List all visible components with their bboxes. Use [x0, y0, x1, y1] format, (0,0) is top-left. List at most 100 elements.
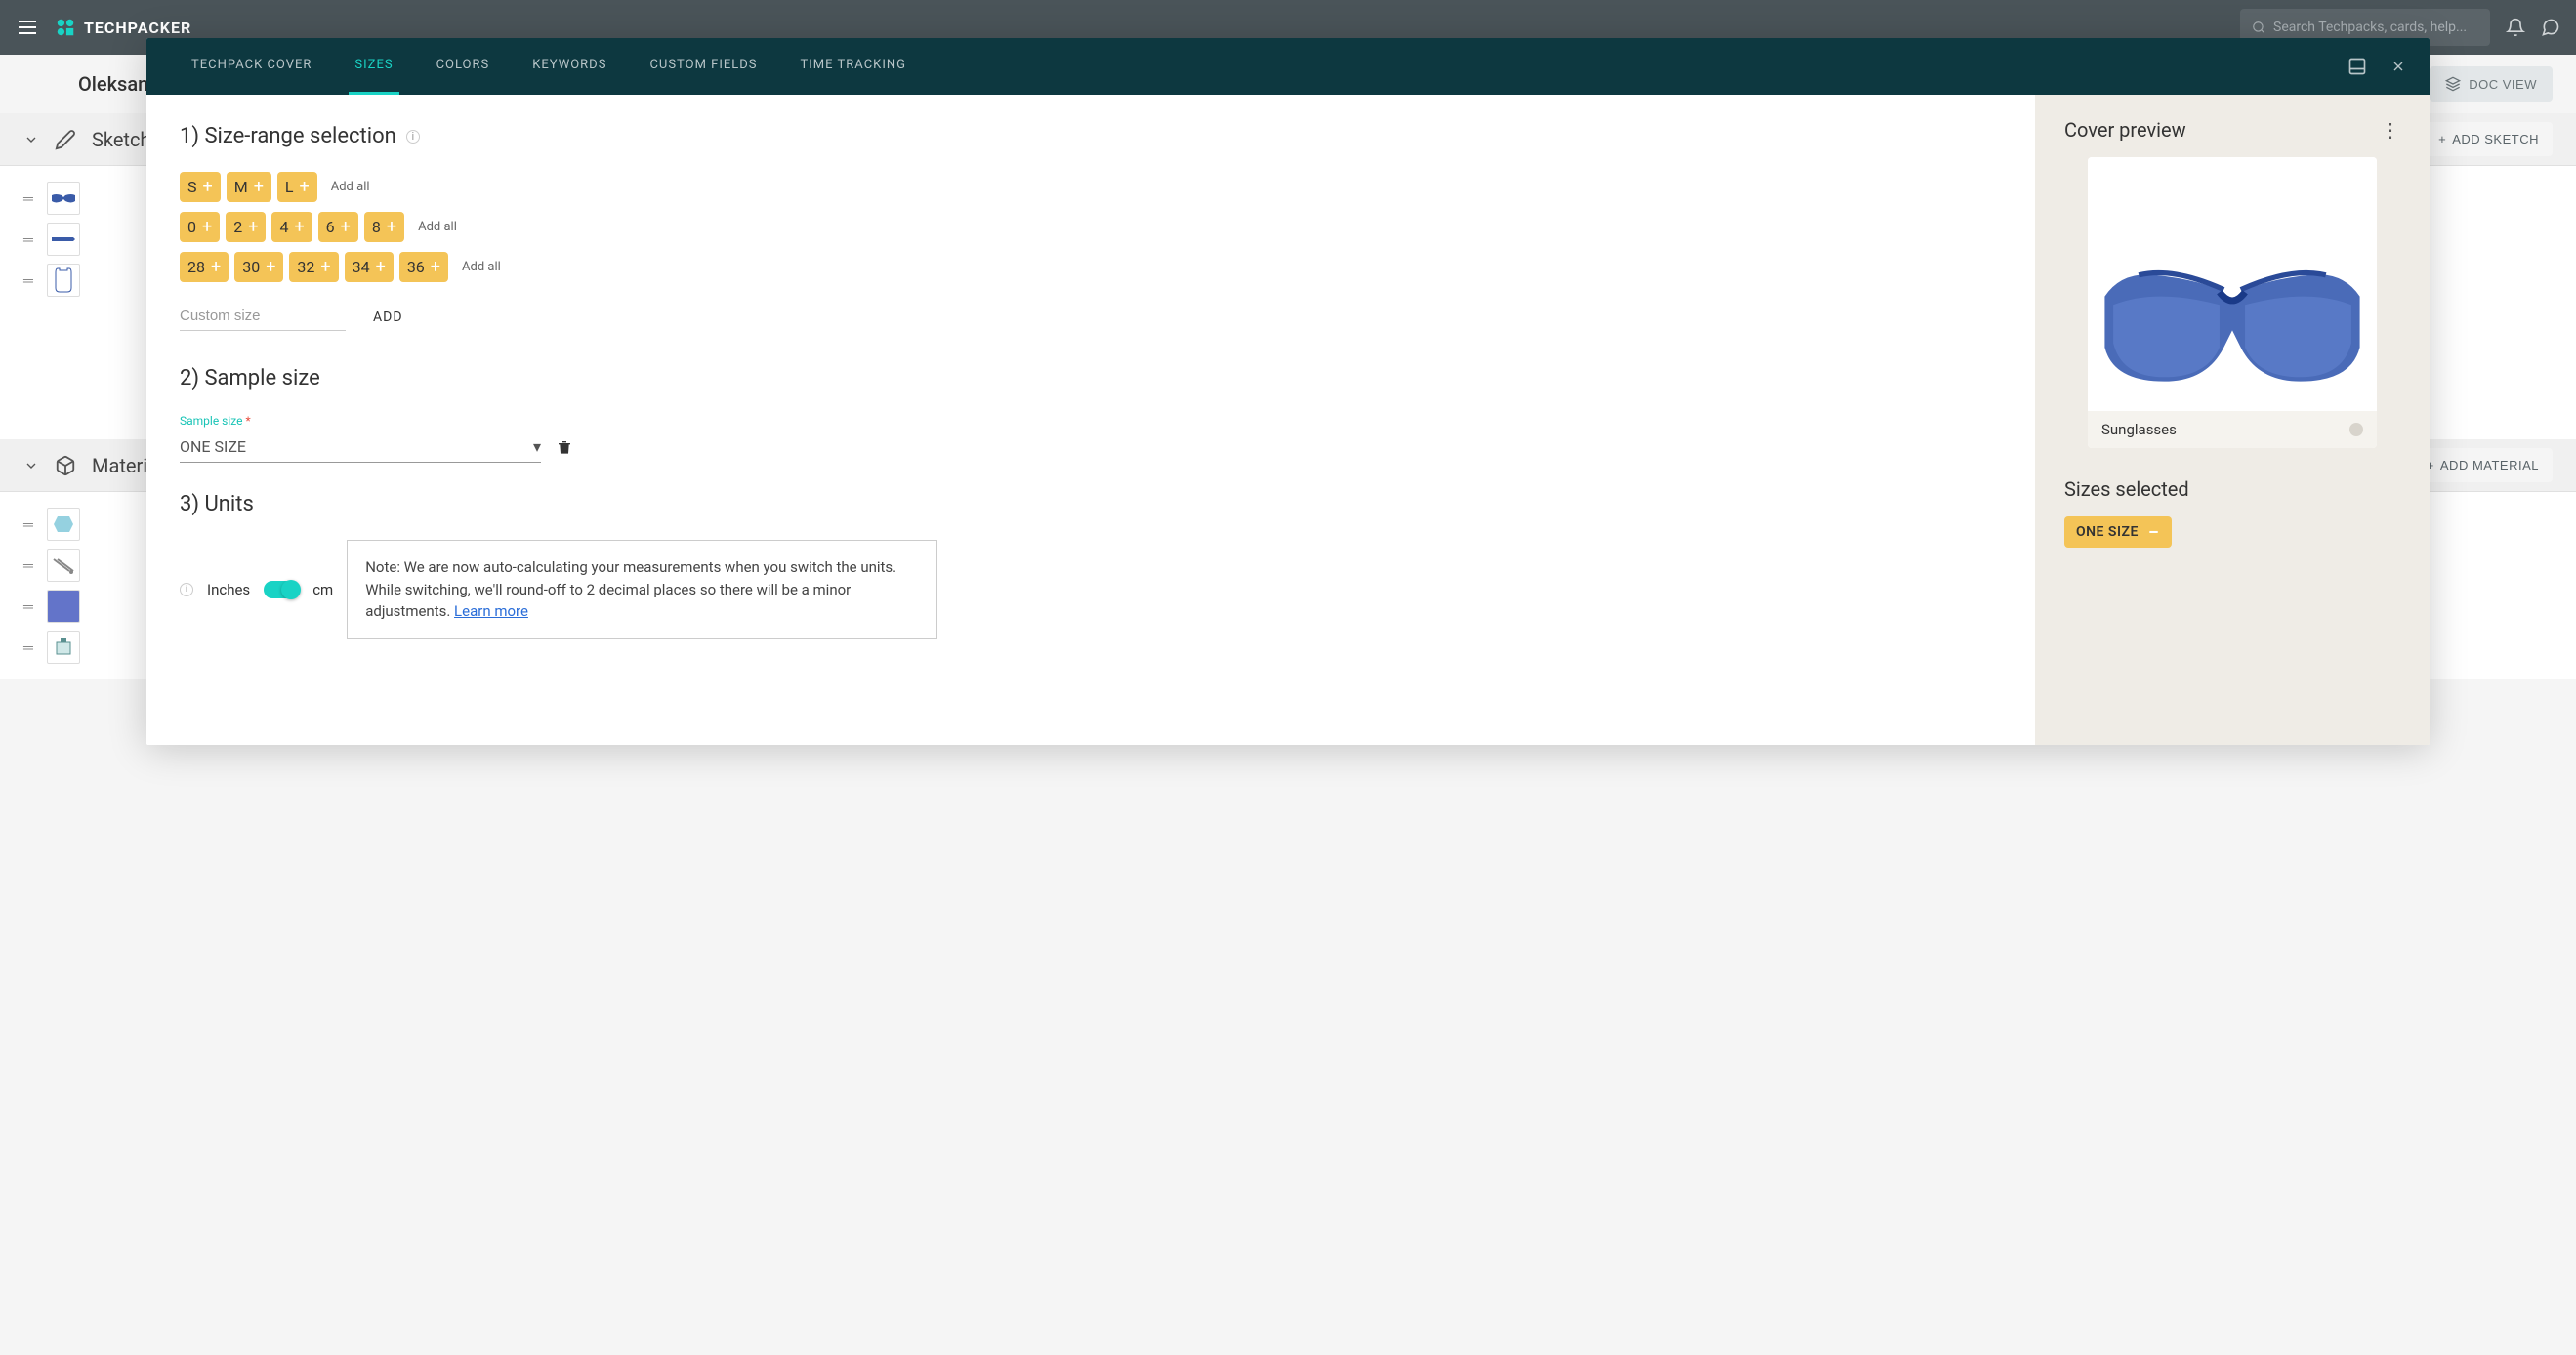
- add-sketch-button[interactable]: + ADD SKETCH: [2425, 122, 2553, 156]
- add-all-link[interactable]: Add all: [331, 180, 370, 194]
- header-left: TECHPACKER: [16, 16, 191, 39]
- add-custom-size-button[interactable]: ADD: [373, 304, 403, 331]
- tab-keywords[interactable]: KEYWORDS: [526, 38, 612, 95]
- tab-techpack-cover[interactable]: TECHPACK COVER: [186, 38, 317, 95]
- size-row: 0+2+4+6+8+ Add all: [180, 212, 2002, 242]
- preview-name: Sunglasses: [2101, 421, 2177, 438]
- kebab-icon[interactable]: ⋮: [2381, 118, 2400, 142]
- dropdown-icon: ▾: [533, 437, 541, 456]
- plus-icon: +: [320, 259, 330, 276]
- card-thumb[interactable]: [47, 590, 80, 623]
- sample-size-label: Sample size *: [180, 414, 2002, 428]
- card-thumb[interactable]: [47, 223, 80, 256]
- logo-icon: [55, 17, 76, 38]
- preview-card[interactable]: Sunglasses: [2088, 157, 2377, 448]
- plus-icon: +: [254, 179, 264, 196]
- size-row: S+M+L+ Add all: [180, 172, 2002, 202]
- modal-right: Cover preview ⋮ Sunglasses: [2035, 95, 2430, 745]
- panel-icon[interactable]: [2347, 57, 2367, 76]
- logo[interactable]: TECHPACKER: [55, 17, 191, 38]
- close-icon[interactable]: [2390, 59, 2406, 74]
- preview-image: [2088, 157, 2377, 411]
- plus-icon: +: [248, 219, 258, 236]
- size-chip[interactable]: 4+: [271, 212, 312, 242]
- plus-icon: +: [203, 179, 213, 196]
- size-chip[interactable]: 32+: [289, 252, 338, 282]
- selected-size-chip[interactable]: ONE SIZE −: [2064, 516, 2172, 548]
- plus-icon: +: [300, 179, 310, 196]
- tab-sizes[interactable]: SIZES: [349, 38, 398, 95]
- plus-icon: +: [431, 259, 440, 276]
- preview-footer: Sunglasses: [2088, 411, 2377, 448]
- step1-title: 1) Size-range selection i: [180, 124, 2002, 148]
- tab-time-tracking[interactable]: TIME TRACKING: [795, 38, 912, 95]
- menu-icon[interactable]: [16, 16, 39, 39]
- plus-icon: +: [202, 219, 212, 236]
- drag-handle-icon[interactable]: ═: [23, 272, 33, 289]
- size-chip[interactable]: 30+: [234, 252, 283, 282]
- sizes-modal: TECHPACK COVER SIZES COLORS KEYWORDS CUS…: [146, 38, 2430, 745]
- size-chip[interactable]: S+: [180, 172, 221, 202]
- size-row: 28+30+32+34+36+ Add all: [180, 252, 2002, 282]
- custom-size-input[interactable]: [180, 302, 346, 331]
- drag-handle-icon[interactable]: ═: [23, 516, 33, 533]
- size-chip[interactable]: 8+: [364, 212, 404, 242]
- plus-icon: +: [376, 259, 386, 276]
- sample-size-row: ONE SIZE ▾: [180, 431, 2002, 463]
- size-chip[interactable]: 28+: [180, 252, 229, 282]
- add-all-link[interactable]: Add all: [462, 260, 501, 274]
- add-material-button[interactable]: + ADD MATERIAL: [2413, 448, 2553, 482]
- size-chip[interactable]: 6+: [318, 212, 358, 242]
- modal-body: 1) Size-range selection i S+M+L+Add all0…: [146, 95, 2430, 745]
- units-toggle[interactable]: [264, 581, 299, 598]
- drag-handle-icon[interactable]: ═: [23, 190, 33, 207]
- color-swatch[interactable]: [2349, 423, 2363, 436]
- chevron-down-icon[interactable]: [23, 132, 39, 147]
- learn-more-link[interactable]: Learn more: [454, 602, 528, 620]
- card-thumb[interactable]: [47, 631, 80, 664]
- plus-icon: +: [211, 259, 221, 276]
- size-chip[interactable]: 36+: [399, 252, 448, 282]
- tab-colors[interactable]: COLORS: [431, 38, 496, 95]
- modal-left: 1) Size-range selection i S+M+L+Add all0…: [146, 95, 2035, 745]
- pencil-icon: [55, 129, 76, 150]
- plus-icon: +: [341, 219, 351, 236]
- username: Oleksan: [78, 72, 148, 96]
- size-chip[interactable]: L+: [277, 172, 317, 202]
- info-icon[interactable]: i: [180, 583, 193, 596]
- section-title: Materi: [92, 454, 147, 477]
- layers-icon: [2445, 76, 2461, 92]
- notifications-icon[interactable]: [2506, 18, 2525, 37]
- preview-title: Cover preview: [2064, 118, 2186, 142]
- tab-custom-fields[interactable]: CUSTOM FIELDS: [644, 38, 763, 95]
- sizes-selected-title: Sizes selected: [2064, 477, 2400, 501]
- feedback-icon[interactable]: [2541, 18, 2560, 37]
- drag-handle-icon[interactable]: ═: [23, 598, 33, 615]
- add-all-link[interactable]: Add all: [418, 220, 457, 234]
- cm-label: cm: [312, 581, 333, 598]
- doc-view-button[interactable]: DOC VIEW: [2430, 66, 2553, 102]
- size-chip[interactable]: 34+: [345, 252, 394, 282]
- minus-icon[interactable]: −: [2148, 527, 2160, 537]
- size-chip[interactable]: M+: [227, 172, 271, 202]
- info-icon[interactable]: i: [406, 130, 420, 144]
- drag-handle-icon[interactable]: ═: [23, 639, 33, 656]
- search-placeholder: Search Techpacks, cards, help...: [2273, 20, 2467, 35]
- custom-size-row: ADD: [180, 302, 2002, 331]
- step2-title: 2) Sample size: [180, 366, 2002, 390]
- chevron-down-icon[interactable]: [23, 458, 39, 473]
- card-thumb[interactable]: [47, 182, 80, 215]
- card-thumb[interactable]: [47, 549, 80, 582]
- trash-icon[interactable]: [557, 438, 572, 456]
- sample-size-select[interactable]: ONE SIZE ▾: [180, 431, 541, 463]
- drag-handle-icon[interactable]: ═: [23, 557, 33, 574]
- section-title: Sketch: [92, 128, 150, 151]
- modal-tabs: TECHPACK COVER SIZES COLORS KEYWORDS CUS…: [146, 38, 2430, 95]
- search-icon: [2252, 21, 2265, 34]
- card-thumb[interactable]: [47, 508, 80, 541]
- plus-icon: +: [266, 259, 275, 276]
- card-thumb[interactable]: [47, 264, 80, 297]
- size-chip[interactable]: 0+: [180, 212, 220, 242]
- drag-handle-icon[interactable]: ═: [23, 231, 33, 248]
- size-chip[interactable]: 2+: [226, 212, 266, 242]
